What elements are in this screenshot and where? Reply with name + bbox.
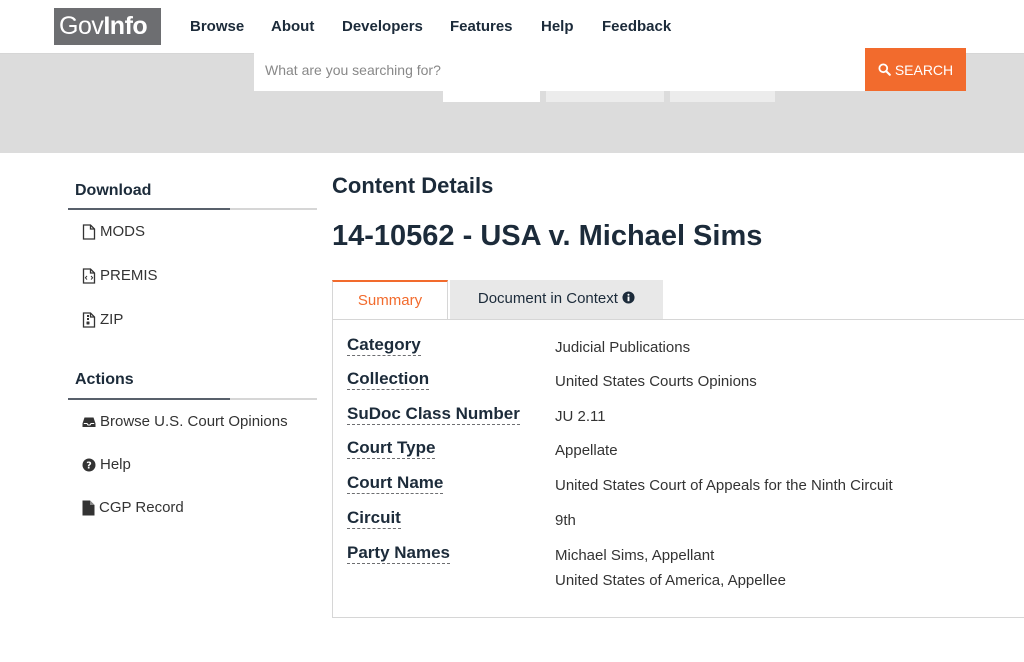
tab-document-in-context-label: Document in Context (477, 290, 618, 307)
download-premis-link[interactable]: PREMIS (82, 267, 158, 284)
search-button-label: SEARCH (894, 61, 954, 78)
tab-summary[interactable]: Summary (332, 280, 448, 319)
download-mods-label: MODS (100, 223, 145, 240)
download-zip-label: ZIP (100, 311, 124, 328)
cgp-record-label: CGP Record (99, 499, 184, 516)
file-icon (82, 223, 96, 240)
download-mods-link[interactable]: MODS (82, 223, 145, 240)
nav-feedback[interactable]: Feedback (602, 18, 671, 35)
detail-value-court-name: United States Court of Appeals for the N… (555, 477, 893, 494)
nav-about[interactable]: About (271, 18, 314, 35)
nav-browse[interactable]: Browse (190, 18, 244, 35)
nav-features[interactable]: Features (450, 18, 513, 35)
detail-label-court-name[interactable]: Court Name (347, 473, 444, 494)
detail-label-court-type[interactable]: Court Type (347, 438, 436, 459)
file-code-icon (82, 267, 96, 284)
question-circle-icon: ? (82, 458, 96, 471)
detail-label-sudoc[interactable]: SuDoc Class Number (347, 404, 520, 425)
detail-value-circuit: 9th (555, 512, 576, 529)
govinfo-logo[interactable]: GovInfo (54, 8, 161, 45)
detail-value-collection: United States Courts Opinions (555, 373, 757, 390)
detail-label-collection[interactable]: Collection (347, 369, 430, 390)
magnifier-icon (878, 63, 891, 76)
browse-court-opinions-label: Browse U.S. Court Opinions (100, 413, 288, 430)
file-archive-icon (82, 311, 96, 328)
actions-heading: Actions (75, 371, 134, 388)
nav-developers[interactable]: Developers (342, 18, 423, 35)
download-heading: Download (75, 182, 152, 199)
help-label: Help (100, 456, 131, 473)
inbox-icon (82, 417, 96, 427)
download-premis-label: PREMIS (100, 267, 158, 284)
download-divider (68, 208, 317, 210)
info-circle-icon (622, 291, 635, 304)
browse-court-opinions-link[interactable]: Browse U.S. Court Opinions (82, 413, 288, 430)
detail-label-circuit[interactable]: Circuit (347, 508, 401, 529)
detail-label-category[interactable]: Category (347, 335, 421, 356)
search-input[interactable] (254, 48, 866, 91)
detail-value-category: Judicial Publications (555, 339, 691, 356)
detail-value-party-appellant: Michael Sims, Appellant (555, 547, 715, 564)
detail-value-party-appellee: United States of America, Appellee (555, 572, 786, 589)
detail-value-sudoc: JU 2.11 (555, 408, 606, 425)
search-button[interactable]: SEARCH (865, 48, 966, 91)
detail-value-court-type: Appellate (555, 442, 618, 459)
content-details-heading: Content Details (332, 173, 494, 198)
help-link[interactable]: ? Help (82, 456, 131, 473)
tab-document-in-context[interactable]: Document in Context (450, 280, 663, 319)
actions-divider (68, 398, 317, 400)
top-nav: GovInfo Browse About Developers Features… (0, 0, 1024, 54)
nav-help[interactable]: Help (541, 18, 574, 35)
detail-label-party-names[interactable]: Party Names (347, 543, 451, 564)
download-zip-link[interactable]: ZIP (82, 311, 123, 328)
file-solid-icon (82, 500, 95, 515)
document-title: 14-10562 - USA v. Michael Sims (332, 220, 763, 252)
svg-text:?: ? (86, 460, 92, 471)
cgp-record-link[interactable]: CGP Record (82, 499, 184, 516)
